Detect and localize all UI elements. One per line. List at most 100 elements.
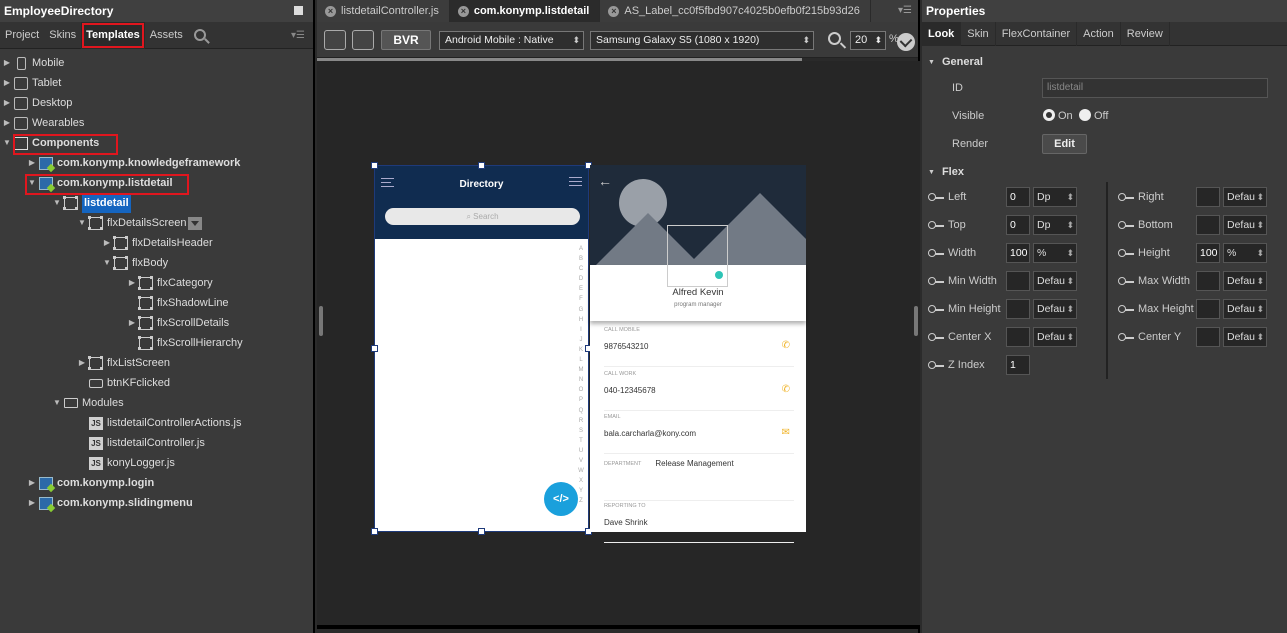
list-screen-preview[interactable]: Directory ⌕ Search ABCDEFGHIJKLMNOPQRSTU… xyxy=(374,165,589,532)
alphabet-letter[interactable]: F xyxy=(577,294,585,304)
selection-handle[interactable] xyxy=(478,162,485,169)
tab-skin[interactable]: Skin xyxy=(961,22,996,46)
link-icon[interactable] xyxy=(928,248,944,258)
render-edit-button[interactable]: Edit xyxy=(1042,134,1087,154)
contact-field[interactable]: CALL MOBILE 9876543210 ✆ xyxy=(604,327,794,367)
zoom-select[interactable]: 20 xyxy=(850,31,886,50)
tree-item[interactable]: JS konyLogger.js xyxy=(77,453,175,473)
alphabet-letter[interactable]: Y xyxy=(577,486,585,496)
property-value-input[interactable] xyxy=(1196,215,1220,235)
collapsed-arrow-icon[interactable]: ▶ xyxy=(27,473,37,493)
phone-icon[interactable]: ✆ xyxy=(782,340,790,351)
link-icon[interactable] xyxy=(928,360,944,370)
tab-as-label-action[interactable]: × AS_Label_cc0f5fbd907c4025b0efb0f215b93… xyxy=(600,0,871,22)
tree-item[interactable]: ▶ com.konymp.slidingmenu xyxy=(27,493,193,513)
details-screen-preview[interactable]: ← Alfred Kevin program manager CALL MOBI… xyxy=(590,165,806,543)
tree-item[interactable]: flxShadowLine xyxy=(127,293,229,313)
zoom-icon[interactable] xyxy=(828,32,841,45)
property-value-input[interactable]: 100 xyxy=(1006,243,1030,263)
tree-item[interactable]: ▶ flxListScreen xyxy=(77,353,170,373)
check-icon[interactable] xyxy=(897,33,915,51)
link-icon[interactable] xyxy=(1118,304,1134,314)
tab-listdetail-controller[interactable]: × listdetailController.js xyxy=(317,0,450,22)
selection-handle[interactable] xyxy=(371,345,378,352)
property-value-input[interactable]: 1 xyxy=(1006,355,1030,375)
property-unit-select[interactable]: Default xyxy=(1033,327,1077,347)
alphabet-letter[interactable]: Q xyxy=(577,406,585,416)
collapsed-arrow-icon[interactable]: ▶ xyxy=(2,73,12,93)
tree-item[interactable]: JS listdetailController.js xyxy=(77,433,205,453)
visible-on-radio[interactable]: On xyxy=(1043,106,1073,126)
link-icon[interactable] xyxy=(928,192,944,202)
alphabet-letter[interactable]: L xyxy=(577,355,585,365)
tree-item[interactable]: ▼ listdetail xyxy=(52,193,131,213)
alphabet-letter[interactable]: A xyxy=(577,244,585,254)
tab-skins[interactable]: Skins xyxy=(44,22,81,49)
tab-assets[interactable]: Assets xyxy=(145,22,188,49)
alphabet-letter[interactable]: Z xyxy=(577,496,585,506)
property-value-input[interactable]: 0 xyxy=(1006,215,1030,235)
property-value-input[interactable] xyxy=(1196,271,1220,291)
right-resize-handle[interactable] xyxy=(914,306,918,336)
close-icon[interactable]: × xyxy=(608,5,620,17)
search-icon[interactable] xyxy=(193,29,206,41)
link-icon[interactable] xyxy=(928,276,944,286)
collapsed-arrow-icon[interactable]: ▶ xyxy=(27,153,37,173)
tab-templates[interactable]: Templates xyxy=(81,21,145,49)
property-unit-select[interactable]: Default xyxy=(1223,187,1267,207)
alphabet-letter[interactable]: C xyxy=(577,264,585,274)
collapsed-arrow-icon[interactable]: ▶ xyxy=(102,233,112,253)
alphabet-letter[interactable]: W xyxy=(577,466,585,476)
tree-item[interactable]: ▶ Wearables xyxy=(2,113,84,133)
contact-field[interactable]: EMAIL bala.carcharla@kony.com ✉ xyxy=(604,414,794,454)
link-icon[interactable] xyxy=(928,220,944,230)
tree-item[interactable]: JS listdetailControllerActions.js xyxy=(77,413,242,433)
property-unit-select[interactable]: Default xyxy=(1223,327,1267,347)
back-arrow-icon[interactable]: ← xyxy=(598,173,612,189)
alphabet-letter[interactable]: G xyxy=(577,305,585,315)
filter-icon[interactable] xyxy=(569,176,582,188)
collapsed-arrow-icon[interactable]: ▶ xyxy=(77,353,87,373)
tabs-menu-icon[interactable]: ▾☰ xyxy=(898,5,912,16)
tree-item[interactable]: ▶ com.konymp.login xyxy=(27,473,154,493)
selection-handle[interactable] xyxy=(371,528,378,535)
tab-action[interactable]: Action xyxy=(1077,22,1121,46)
platform-select[interactable]: Android Mobile : Native xyxy=(439,31,584,50)
contact-field[interactable]: CALL WORK 040-12345678 ✆ xyxy=(604,371,794,411)
expanded-arrow-icon[interactable]: ▼ xyxy=(52,393,62,413)
tree-item[interactable]: ▼ Modules xyxy=(52,393,124,413)
collapsed-arrow-icon[interactable]: ▶ xyxy=(127,273,137,293)
tree-item[interactable]: btnKFclicked xyxy=(77,373,170,393)
flex-section-header[interactable]: Flex xyxy=(922,160,964,184)
link-icon[interactable] xyxy=(1118,332,1134,342)
tab-project[interactable]: Project xyxy=(0,22,44,49)
left-resize-handle[interactable] xyxy=(319,306,323,336)
link-icon[interactable] xyxy=(1118,220,1134,230)
tree-item[interactable]: ▶ flxCategory xyxy=(127,273,213,293)
selection-handle[interactable] xyxy=(478,528,485,535)
alphabet-letter[interactable]: V xyxy=(577,456,585,466)
contact-field[interactable]: REPORTING TO Dave Shrink xyxy=(604,503,794,543)
link-icon[interactable] xyxy=(928,304,944,314)
property-value-input[interactable] xyxy=(1006,271,1030,291)
tree-item[interactable]: ▼ flxBody xyxy=(102,253,168,273)
property-value-input[interactable] xyxy=(1006,327,1030,347)
property-unit-select[interactable]: Default xyxy=(1223,215,1267,235)
alphabet-letter[interactable]: S xyxy=(577,426,585,436)
property-unit-select[interactable]: % xyxy=(1033,243,1077,263)
property-value-input[interactable] xyxy=(1196,299,1220,319)
link-icon[interactable] xyxy=(1118,248,1134,258)
tree-item[interactable]: ▶ Mobile xyxy=(2,53,64,73)
tree-item[interactable]: ▶ Tablet xyxy=(2,73,61,93)
tab-review[interactable]: Review xyxy=(1121,22,1170,46)
collapsed-arrow-icon[interactable]: ▶ xyxy=(2,93,12,113)
contact-field[interactable]: DEPARTMENT Release Management xyxy=(604,459,794,501)
alphabet-letter[interactable]: I xyxy=(577,325,585,335)
alphabet-letter[interactable]: B xyxy=(577,254,585,264)
alphabet-index[interactable]: ABCDEFGHIJKLMNOPQRSTUVWXYZ xyxy=(577,244,585,506)
collapsed-arrow-icon[interactable]: ▶ xyxy=(2,113,12,133)
alphabet-letter[interactable]: D xyxy=(577,274,585,284)
alphabet-letter[interactable]: J xyxy=(577,335,585,345)
bvr-button[interactable]: BVR xyxy=(381,30,431,50)
expanded-arrow-icon[interactable]: ▼ xyxy=(2,133,12,153)
